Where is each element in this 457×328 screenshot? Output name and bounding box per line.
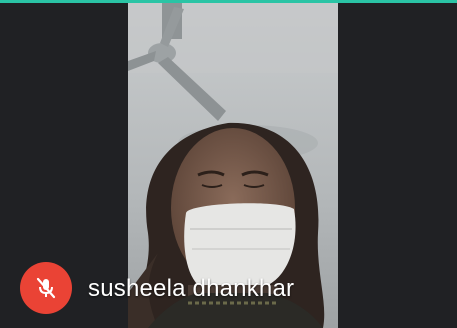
participant-tile: susheela dhankhar bbox=[0, 0, 457, 328]
participant-name: susheela dhankhar bbox=[88, 275, 295, 302]
mic-off-icon bbox=[34, 276, 58, 300]
mic-off-button[interactable] bbox=[20, 262, 72, 314]
